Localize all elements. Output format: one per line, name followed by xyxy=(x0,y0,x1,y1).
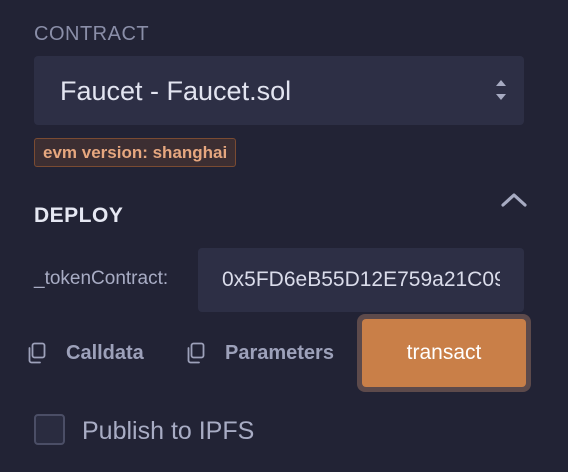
token-contract-input[interactable] xyxy=(198,248,524,312)
publish-ipfs-label: Publish to IPFS xyxy=(82,417,255,445)
chevron-up-icon[interactable] xyxy=(499,188,529,212)
contract-section-label: CONTRACT xyxy=(34,23,150,45)
contract-select[interactable]: Faucet - Faucet.sol xyxy=(34,56,524,125)
copy-calldata-label: Calldata xyxy=(66,341,144,364)
copy-parameters-button[interactable]: Parameters xyxy=(185,338,334,368)
transact-button[interactable]: transact xyxy=(362,319,526,387)
copy-calldata-button[interactable]: Calldata xyxy=(26,338,144,368)
transact-focus-ring: transact xyxy=(357,314,531,392)
chevron-up-down-icon xyxy=(496,80,506,100)
copy-icon xyxy=(187,342,205,364)
deploy-title: DEPLOY xyxy=(34,204,124,227)
contract-select-value: Faucet - Faucet.sol xyxy=(60,76,292,106)
copy-icon xyxy=(28,342,46,364)
publish-ipfs-checkbox[interactable] xyxy=(34,414,65,445)
evm-version-badge: evm version: shanghai xyxy=(34,138,237,167)
token-contract-label: _tokenContract: xyxy=(34,268,169,289)
copy-parameters-label: Parameters xyxy=(225,341,334,364)
